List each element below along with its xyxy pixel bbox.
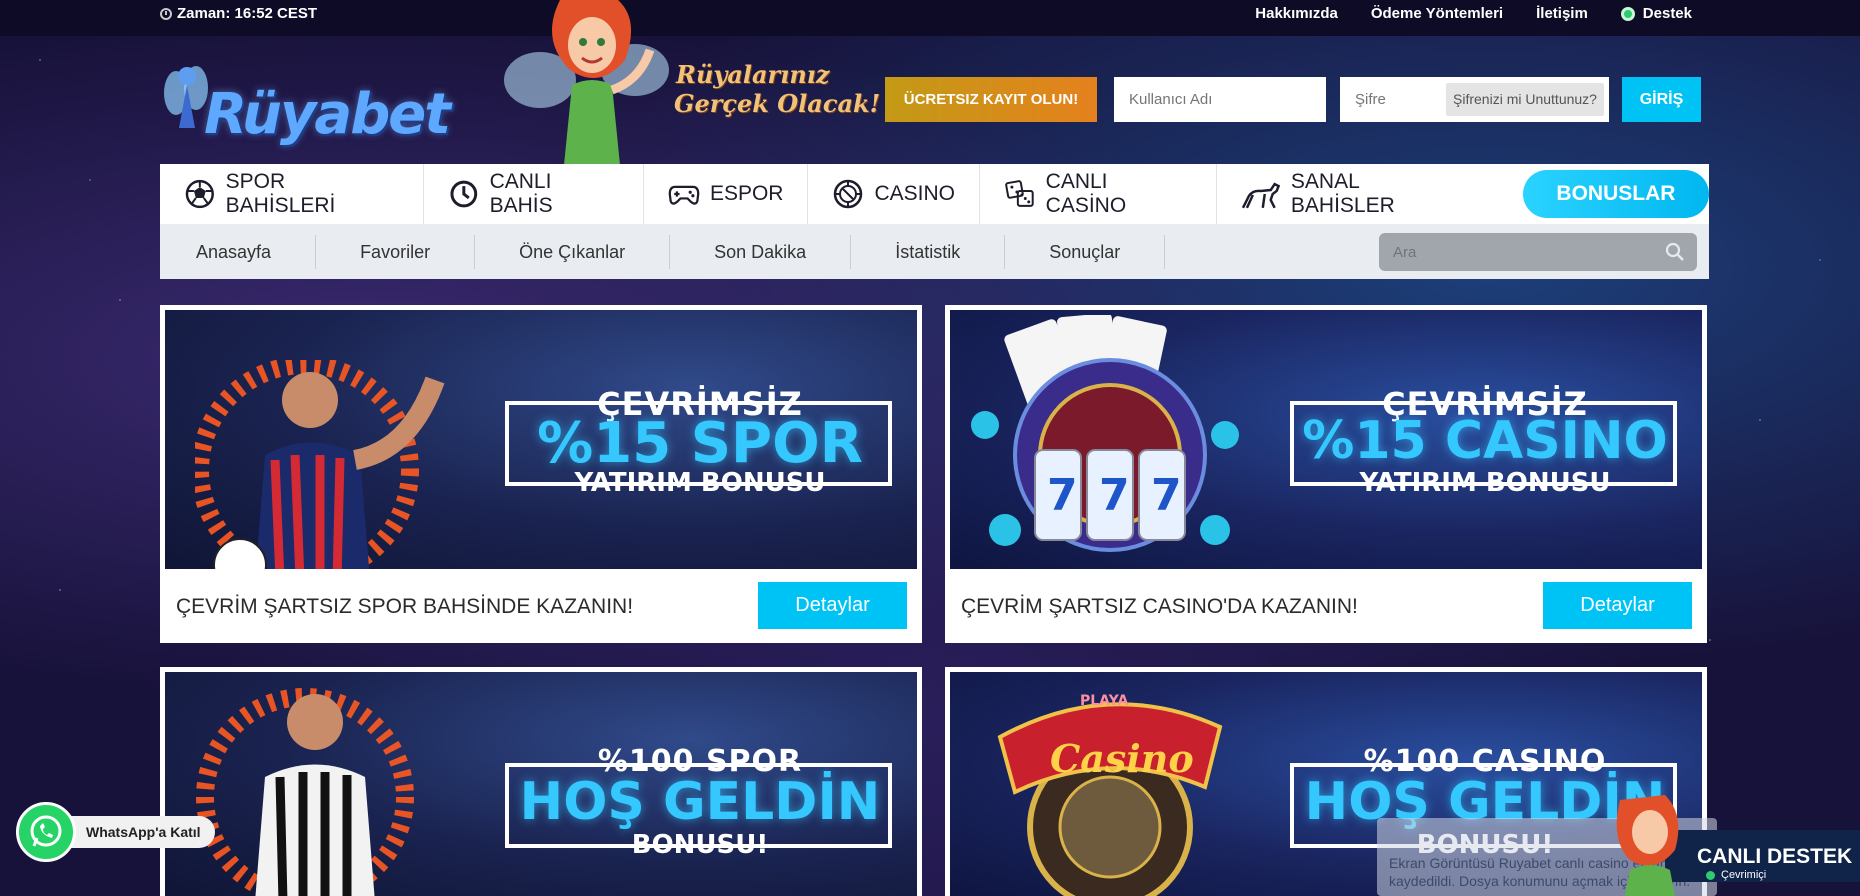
- site-logo[interactable]: Rüyabet: [162, 54, 451, 154]
- svg-text:7: 7: [1151, 470, 1182, 521]
- svg-text:7: 7: [1047, 470, 1078, 521]
- slogan-line-1: Rüyalarınız: [676, 60, 830, 89]
- promo-sub-text: BONUSU!: [631, 830, 769, 860]
- greyhound-icon: [1242, 182, 1281, 209]
- free-register-button[interactable]: ÜCRETSIZ KAYIT OLUN!: [885, 77, 1097, 122]
- nav-casino[interactable]: CASINO: [808, 164, 980, 224]
- details-button[interactable]: Detaylar: [758, 582, 907, 629]
- subnav-breaking[interactable]: Son Dakika: [670, 234, 852, 269]
- top-bar: Zaman: 16:52 CEST Hakkımızda Ödeme Yönte…: [0, 0, 1860, 36]
- promo-big-text: %15 SPOR: [537, 411, 863, 476]
- svg-text:7: 7: [1099, 470, 1130, 521]
- dice-icon: [1005, 180, 1034, 207]
- link-contact[interactable]: İletişim: [1536, 5, 1588, 22]
- promo-card-sports: ÇEVRİMSİZ %15 SPOR YATIRIM BONUSU ÇEVRİM…: [160, 305, 922, 643]
- subnav-statistics[interactable]: İstatistik: [851, 234, 1006, 269]
- slogan-line-2: Gerçek Olacak!: [674, 89, 881, 118]
- casino-sign-image: Casino PLAYA: [997, 693, 1223, 896]
- whatsapp-join-button[interactable]: WhatsApp'a Katıl: [16, 802, 215, 862]
- online-status-icon: [1706, 871, 1715, 880]
- promo-sub-text: YATIRIM BONUSU: [574, 468, 826, 498]
- whatsapp-label: WhatsApp'a Katıl: [64, 816, 215, 848]
- subnav-featured[interactable]: Öne Çıkanlar: [475, 234, 671, 269]
- support-label: Destek: [1642, 5, 1692, 22]
- promo-banner[interactable]: 7 7 7 ÇEVRİMSİZ %15 CASINO YATIRIM BONUS…: [950, 310, 1702, 569]
- fairy-mascot-image: [504, 0, 669, 165]
- nav-live-casino[interactable]: CANLI CASİNO: [980, 164, 1218, 224]
- details-button[interactable]: Detaylar: [1543, 582, 1692, 629]
- promo-banner[interactable]: %100 SPOR HOŞ GELDİN BONUSU!: [165, 672, 917, 896]
- clock-icon: [450, 180, 478, 208]
- password-field: Şifrenizi mi Unuttunuz?: [1340, 77, 1609, 122]
- nav-label: CASINO: [874, 182, 955, 205]
- live-support-title: CANLI DESTEK: [1697, 845, 1853, 868]
- nav-label: CANLI CASİNO: [1045, 170, 1127, 217]
- live-support-widget[interactable]: CANLI DESTEK Çevrimiçi: [1595, 780, 1860, 896]
- live-support-status: Çevrimiçi: [1721, 869, 1767, 881]
- player-image: [196, 688, 414, 896]
- whatsapp-icon: [16, 802, 76, 862]
- login-button[interactable]: GİRİŞ: [1622, 77, 1701, 122]
- casino-sign-top-text: PLAYA: [1080, 693, 1128, 709]
- support-link[interactable]: Destek: [1620, 5, 1692, 22]
- clock-small-icon: [160, 7, 172, 20]
- link-payment-methods[interactable]: Ödeme Yöntemleri: [1371, 5, 1503, 22]
- nav-sports-betting[interactable]: SPOR BAHİSLERİ: [160, 164, 424, 224]
- header-slogan: Rüyalarınız Gerçek Olacak!: [674, 60, 881, 118]
- subnav-results[interactable]: Sonuçlar: [1005, 234, 1166, 269]
- gamepad-icon: [668, 185, 700, 205]
- roulette-icon: [834, 179, 863, 209]
- promo-sub-text: YATIRIM BONUSU: [1359, 468, 1611, 498]
- player-image: [195, 360, 445, 569]
- server-time: Zaman: 16:52 CEST: [177, 5, 318, 22]
- nav-live-betting[interactable]: CANLI BAHİS: [424, 164, 644, 224]
- slot-machine-image: 7 7 7: [971, 315, 1239, 552]
- promo-caption: ÇEVRİM ŞARTSIZ CASINO'DA KAZANIN!: [961, 595, 1358, 618]
- promo-card-casino: 7 7 7 ÇEVRİMSİZ %15 CASINO YATIRIM BONUS…: [945, 305, 1707, 643]
- promo-banner[interactable]: ÇEVRİMSİZ %15 SPOR YATIRIM BONUSU: [165, 310, 917, 569]
- subnav-favorites[interactable]: Favoriler: [316, 234, 476, 269]
- promo-big-text: HOŞ GELDİN: [519, 772, 881, 832]
- logo-text: Rüyabet: [204, 82, 451, 147]
- sub-nav: Anasayfa Favoriler Öne Çıkanlar Son Daki…: [160, 224, 1709, 279]
- nav-label: SPOR BAHİSLERİ: [225, 170, 336, 217]
- nav-label: ESPOR: [709, 182, 784, 205]
- password-input[interactable]: [1340, 77, 1445, 122]
- nav-esports[interactable]: ESPOR: [644, 164, 809, 224]
- promo-big-text: %15 CASINO: [1302, 411, 1668, 471]
- soccer-ball-icon: [185, 179, 214, 209]
- search-icon[interactable]: [1665, 242, 1685, 262]
- forgot-password-button[interactable]: Şifrenizi mi Unuttunuz?: [1446, 83, 1604, 116]
- subnav-home[interactable]: Anasayfa: [160, 234, 317, 269]
- link-about[interactable]: Hakkımızda: [1255, 5, 1338, 22]
- casino-sign-text: Casino: [1050, 736, 1194, 781]
- nav-label: CANLI BAHİS: [489, 170, 553, 217]
- main-nav: SPOR BAHİSLERİ CANLI BAHİS ESPOR CASINO: [160, 164, 1709, 224]
- username-input[interactable]: [1114, 77, 1326, 122]
- support-online-icon: [1620, 6, 1635, 21]
- nav-label: SANAL BAHİSLER: [1290, 170, 1395, 217]
- promo-caption: ÇEVRİM ŞARTSIZ SPOR BAHSİNDE KAZANIN!: [176, 595, 634, 618]
- bonuses-button[interactable]: BONUSLAR: [1522, 170, 1709, 218]
- promo-card-sports-welcome: %100 SPOR HOŞ GELDİN BONUSU!: [160, 667, 922, 896]
- server-clock: Zaman: 16:52 CEST: [160, 5, 317, 22]
- search-box: [1379, 233, 1697, 271]
- top-links: Hakkımızda Ödeme Yöntemleri İletişim Des…: [1255, 5, 1692, 22]
- search-input[interactable]: [1379, 233, 1649, 271]
- nav-virtual-betting[interactable]: SANAL BAHİSLER: [1217, 164, 1491, 224]
- support-mascot-icon: [1616, 795, 1679, 896]
